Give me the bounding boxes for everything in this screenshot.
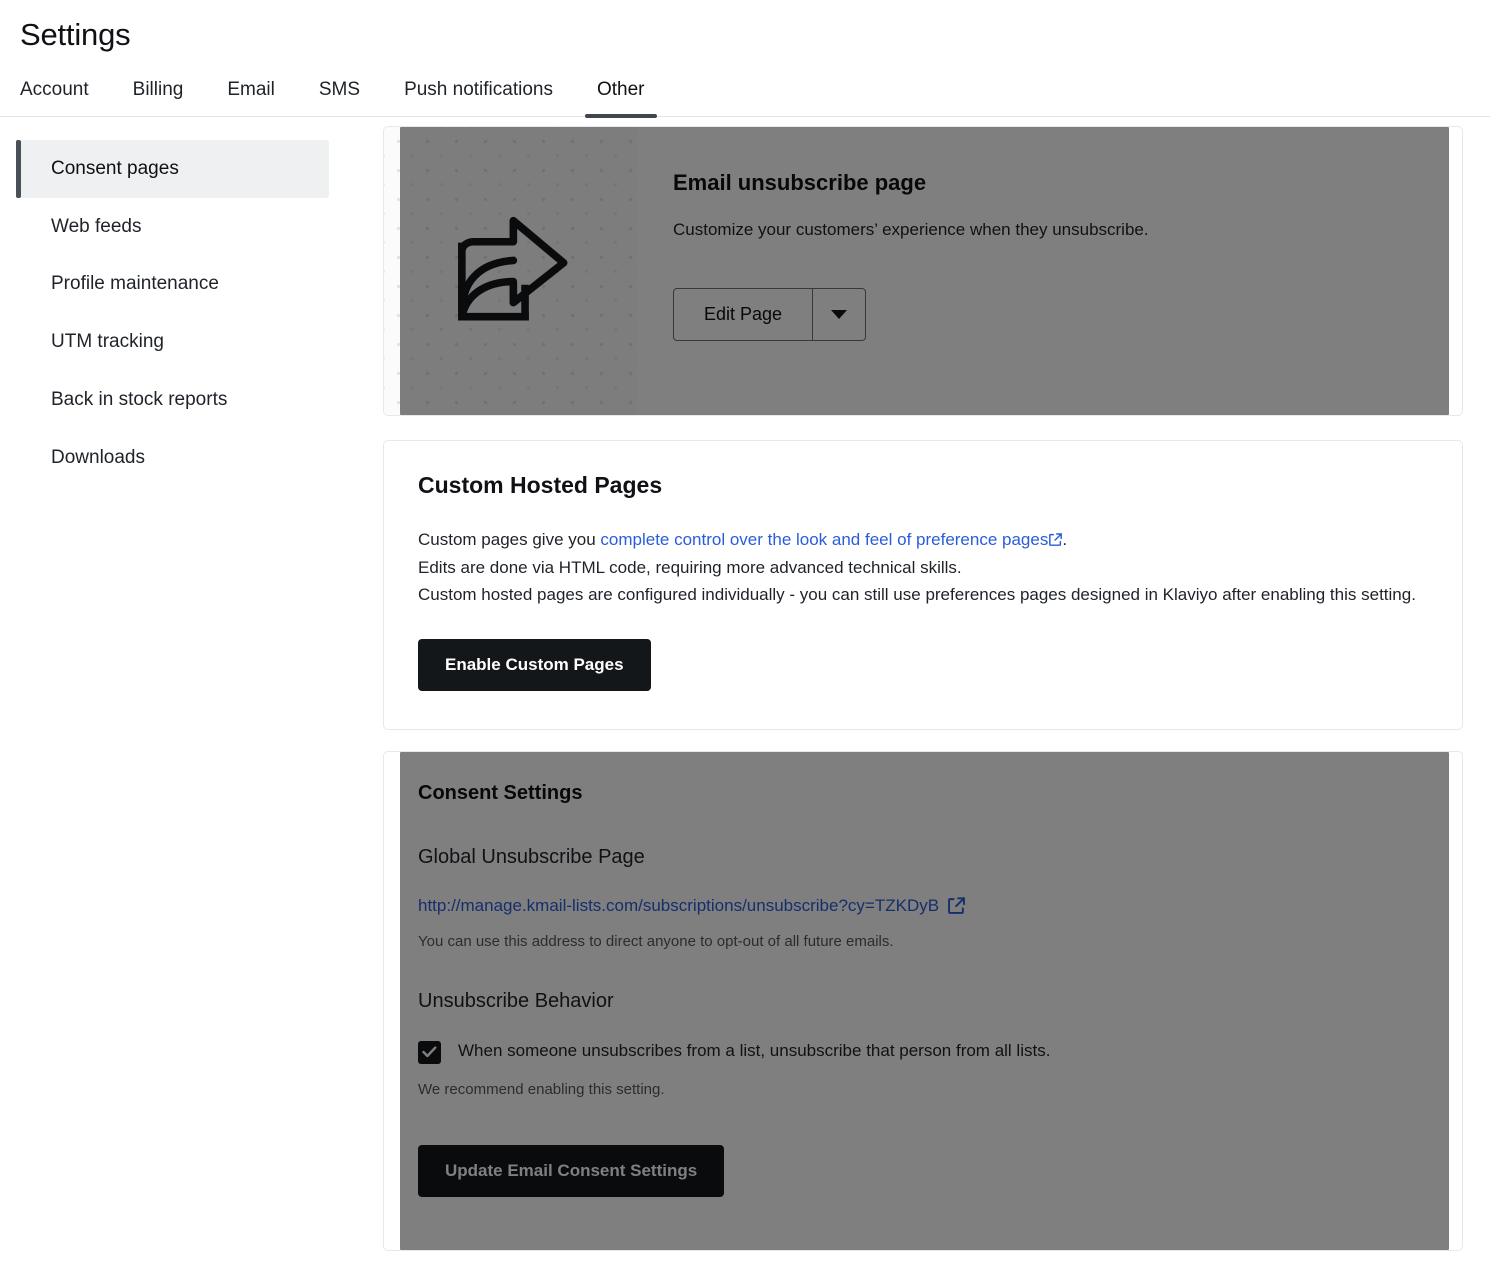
custom-pages-paragraph-1-suffix: . — [1062, 529, 1068, 549]
page-header: Settings Account Billing Email SMS Push … — [0, 0, 1490, 118]
sidebar-item-downloads[interactable]: Downloads — [17, 429, 329, 487]
preference-pages-link[interactable]: complete control over the look and feel … — [600, 530, 1048, 549]
tab-sms[interactable]: SMS — [297, 79, 382, 116]
unsubscribe-card-subtitle: Customize your customers’ experience whe… — [673, 219, 1149, 239]
unsubscribe-all-lists-checkbox[interactable] — [418, 1040, 441, 1064]
update-email-consent-settings-button[interactable]: Update Email Consent Settings — [418, 1144, 725, 1197]
settings-main-content: Email unsubscribe page Customize your cu… — [383, 117, 1490, 1251]
custom-pages-paragraph-3: Custom hosted pages are configured indiv… — [418, 585, 1416, 605]
external-link-icon — [1049, 533, 1063, 546]
edit-page-button[interactable]: Edit Page — [674, 289, 812, 340]
custom-pages-paragraph-1-prefix: Custom pages give you — [418, 529, 601, 549]
unsubscribe-page-info: Email unsubscribe page Customize your cu… — [637, 127, 1462, 415]
consent-settings-card: Consent Settings Global Unsubscribe Page… — [383, 750, 1463, 1251]
unsubscribe-page-thumbnail — [384, 126, 637, 415]
unsubscribe-all-lists-row: When someone unsubscribes from a list, u… — [418, 1040, 1428, 1064]
global-unsubscribe-page-label: Global Unsubscribe Page — [418, 845, 645, 868]
settings-sidebar: Consent pages Web feeds Profile maintena… — [0, 116, 383, 1239]
tab-billing[interactable]: Billing — [111, 79, 206, 116]
settings-tabs: Account Billing Email SMS Push notificat… — [20, 79, 1490, 118]
tab-account[interactable]: Account — [20, 79, 111, 116]
enable-custom-pages-button[interactable]: Enable Custom Pages — [418, 638, 651, 691]
custom-hosted-pages-description: Custom pages give you complete control o… — [418, 526, 1428, 609]
sidebar-item-back-in-stock-reports[interactable]: Back in stock reports — [17, 371, 329, 429]
email-unsubscribe-page-card: Email unsubscribe page Customize your cu… — [383, 125, 1463, 416]
custom-pages-paragraph-2: Edits are done via HTML code, requiring … — [418, 557, 962, 577]
custom-hosted-pages-card: Custom Hosted Pages Custom pages give yo… — [383, 439, 1463, 730]
checkmark-icon — [422, 1046, 437, 1058]
edit-page-split-button[interactable]: Edit Page — [673, 287, 867, 341]
global-unsubscribe-hint: You can use this address to direct anyon… — [418, 932, 894, 950]
tab-other[interactable]: Other — [575, 79, 667, 118]
sidebar-item-web-feeds[interactable]: Web feeds — [17, 198, 329, 256]
settings-body: Consent pages Web feeds Profile maintena… — [0, 116, 1490, 1251]
sidebar-item-profile-maintenance[interactable]: Profile maintenance — [17, 255, 329, 313]
external-link-icon[interactable] — [948, 897, 965, 914]
unsubscribe-behavior-hint: We recommend enabling this setting. — [418, 1080, 665, 1098]
page-title: Settings — [20, 17, 131, 52]
global-unsubscribe-url-row: http://manage.kmail-lists.com/subscripti… — [418, 896, 1428, 916]
unsubscribe-card-title: Email unsubscribe page — [673, 169, 927, 195]
tab-email[interactable]: Email — [205, 79, 297, 116]
unsubscribe-all-lists-label: When someone unsubscribes from a list, u… — [458, 1040, 1051, 1060]
tab-push-notifications[interactable]: Push notifications — [382, 79, 575, 116]
sidebar-item-consent-pages[interactable]: Consent pages — [16, 139, 329, 198]
sidebar-item-utm-tracking[interactable]: UTM tracking — [17, 313, 329, 371]
custom-hosted-pages-title: Custom Hosted Pages — [418, 471, 663, 498]
chevron-down-icon — [831, 309, 848, 319]
share-arrow-icon — [457, 216, 567, 321]
unsubscribe-behavior-label: Unsubscribe Behavior — [418, 989, 614, 1012]
consent-settings-title: Consent Settings — [418, 781, 583, 804]
global-unsubscribe-url-link[interactable]: http://manage.kmail-lists.com/subscripti… — [418, 896, 939, 916]
edit-page-dropdown-button[interactable] — [812, 288, 865, 340]
